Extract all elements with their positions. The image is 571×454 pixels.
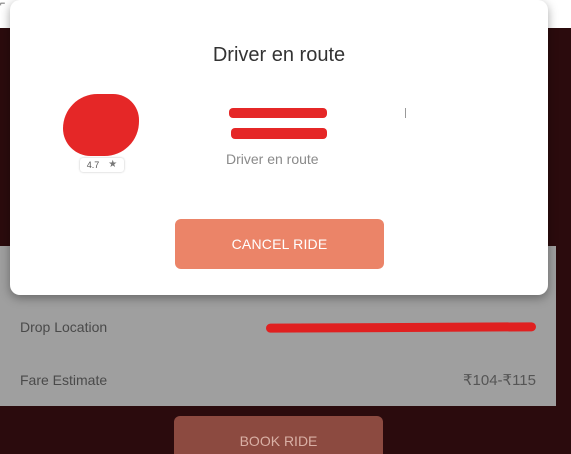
fare-estimate-value: ₹104-₹115: [462, 372, 536, 389]
driver-vehicle-redaction: [231, 128, 327, 139]
driver-status-text: Driver en route: [226, 151, 319, 167]
fare-estimate-row: Fare Estimate ₹104-₹115: [20, 365, 536, 395]
driver-avatar: [63, 94, 139, 156]
drop-location-row[interactable]: Drop Location: [20, 312, 537, 342]
drop-location-redaction: [265, 321, 537, 333]
modal-title: Driver en route: [212, 44, 346, 66]
drop-location-label: Drop Location: [20, 319, 108, 335]
cancel-ride-button[interactable]: CANCEL RIDE: [175, 219, 384, 269]
driver-rating-badge: 4.7 ★: [80, 158, 124, 172]
fare-estimate-label: Fare Estimate: [20, 372, 108, 388]
driver-en-route-modal: Driver en route 4.7 ★ Driver en route CA…: [10, 0, 548, 295]
divider-mark: [405, 108, 406, 118]
driver-rating-value: 4.7: [86, 160, 100, 170]
book-ride-button[interactable]: BOOK RIDE: [174, 416, 383, 454]
star-icon: ★: [108, 159, 118, 170]
corner-mark: ⌐: [0, 0, 6, 8]
driver-name-redaction: [229, 108, 327, 118]
